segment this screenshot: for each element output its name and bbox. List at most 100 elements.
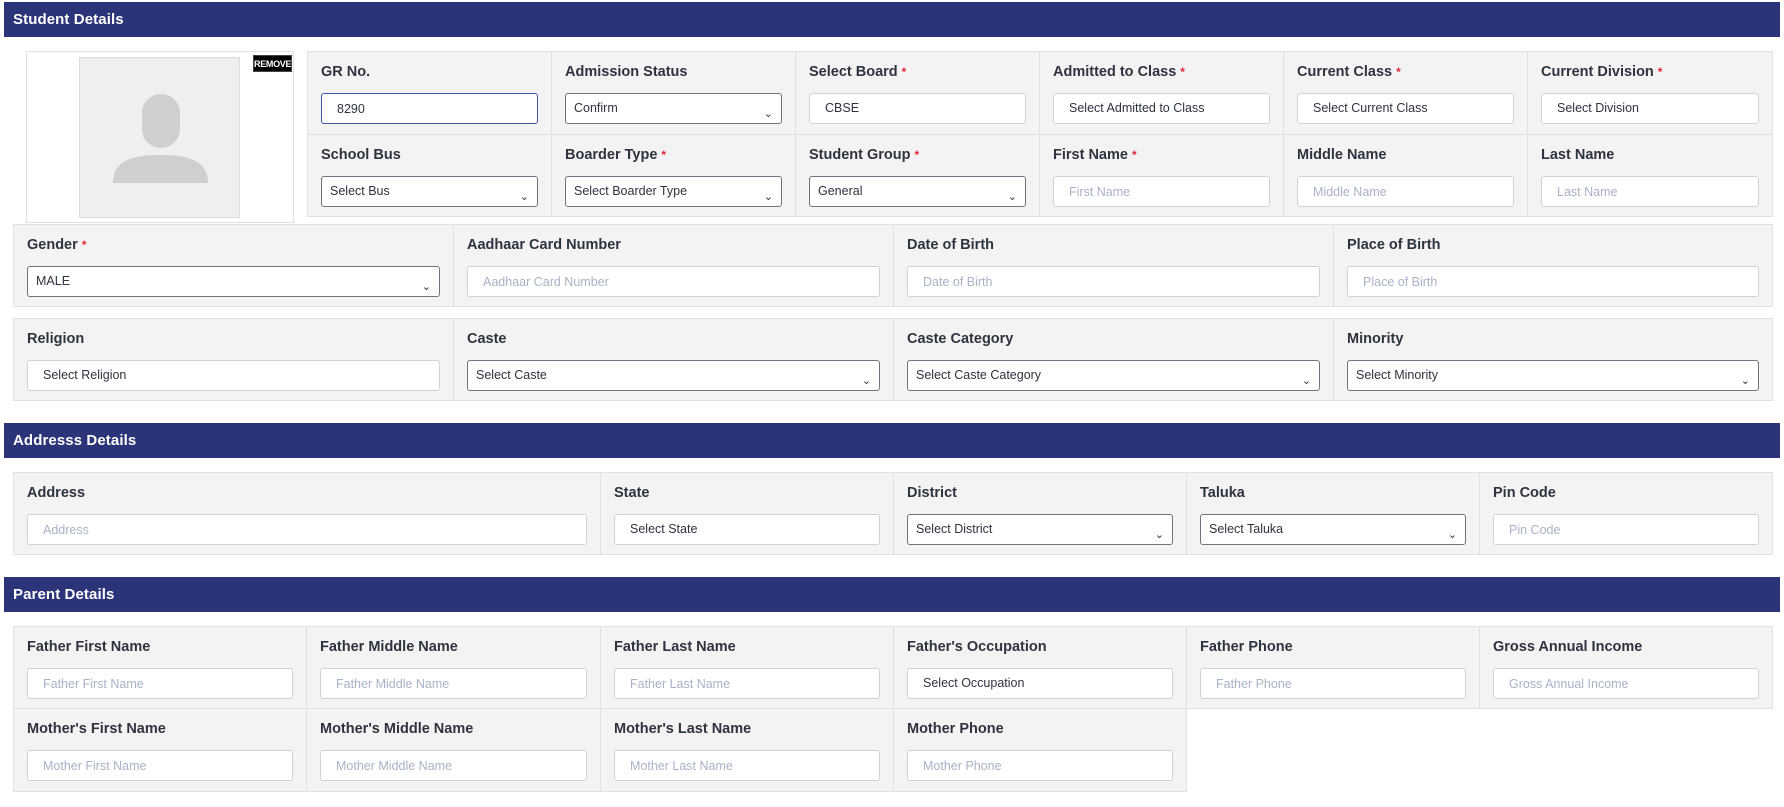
chevron-down-icon: ⌄ — [763, 191, 773, 203]
pob-input[interactable] — [1347, 266, 1759, 297]
religion-field[interactable]: Select Religion — [27, 360, 440, 391]
district-value: Select District — [916, 522, 993, 536]
chevron-down-icon: ⌄ — [421, 281, 431, 293]
remove-photo-button[interactable]: REMOVE — [253, 55, 292, 72]
admitted-to-class-label: Admitted to Class * — [1053, 64, 1185, 80]
gender-cell: Gender * MALE ⌄ — [13, 224, 454, 307]
chevron-down-icon: ⌄ — [1007, 191, 1017, 203]
father-middle-name-cell: Father Middle Name — [306, 626, 601, 709]
mother-middle-name-input[interactable] — [320, 750, 587, 781]
current-division-field[interactable]: Select Division — [1541, 93, 1759, 124]
middle-name-input[interactable] — [1297, 176, 1514, 207]
minority-label: Minority — [1347, 331, 1404, 347]
boarder-type-select[interactable]: Select Boarder Type ⌄ — [565, 176, 782, 207]
gr-no-input[interactable] — [321, 93, 538, 124]
boarder-type-value: Select Boarder Type — [574, 184, 688, 198]
mother-phone-label: Mother Phone — [907, 721, 1004, 737]
chevron-down-icon: ⌄ — [861, 375, 871, 387]
aadhaar-label: Aadhaar Card Number — [467, 237, 621, 253]
pob-label: Place of Birth — [1347, 237, 1441, 253]
caste-value: Select Caste — [476, 368, 547, 382]
admission-status-select[interactable]: Confirm ⌄ — [565, 93, 782, 124]
religion-cell: Religion Select Religion — [13, 318, 454, 401]
student-group-label: Student Group * — [809, 147, 920, 163]
caste-label: Caste — [467, 331, 507, 347]
gender-select[interactable]: MALE ⌄ — [27, 266, 440, 297]
current-class-label: Current Class * — [1297, 64, 1401, 80]
chevron-down-icon: ⌄ — [1301, 375, 1311, 387]
district-label: District — [907, 485, 957, 501]
student-group-cell: Student Group * General ⌄ — [795, 134, 1040, 217]
father-occupation-field[interactable]: Select Occupation — [907, 668, 1173, 699]
chevron-down-icon: ⌄ — [763, 108, 773, 120]
caste-select[interactable]: Select Caste ⌄ — [467, 360, 880, 391]
mother-phone-cell: Mother Phone — [893, 708, 1187, 792]
mother-last-name-cell: Mother's Last Name — [600, 708, 894, 792]
religion-label: Religion — [27, 331, 85, 347]
student-group-select[interactable]: General ⌄ — [809, 176, 1026, 207]
mother-last-name-input[interactable] — [614, 750, 880, 781]
middle-name-cell: Middle Name — [1283, 134, 1528, 217]
gross-income-cell: Gross Annual Income — [1479, 626, 1773, 709]
state-field[interactable]: Select State — [614, 514, 880, 545]
dob-input[interactable] — [907, 266, 1320, 297]
father-first-name-cell: Father First Name — [13, 626, 307, 709]
pin-code-label: Pin Code — [1493, 485, 1556, 501]
minority-select[interactable]: Select Minority ⌄ — [1347, 360, 1759, 391]
photo-placeholder[interactable] — [79, 57, 240, 218]
father-middle-name-input[interactable] — [320, 668, 587, 699]
father-occupation-label: Father's Occupation — [907, 639, 1047, 655]
pin-code-cell: Pin Code — [1479, 472, 1773, 555]
aadhaar-cell: Aadhaar Card Number — [453, 224, 894, 307]
caste-cell: Caste Select Caste ⌄ — [453, 318, 894, 401]
state-cell: State Select State — [600, 472, 894, 555]
first-name-label: First Name * — [1053, 147, 1137, 163]
father-last-name-cell: Father Last Name — [600, 626, 894, 709]
father-last-name-input[interactable] — [614, 668, 880, 699]
school-bus-select[interactable]: Select Bus ⌄ — [321, 176, 538, 207]
admitted-to-class-field[interactable]: Select Admitted to Class — [1053, 93, 1270, 124]
father-phone-label: Father Phone — [1200, 639, 1293, 655]
middle-name-label: Middle Name — [1297, 147, 1387, 163]
address-cell: Address — [13, 472, 601, 555]
gender-value: MALE — [36, 274, 71, 288]
select-board-field[interactable]: CBSE — [809, 93, 1026, 124]
chevron-down-icon: ⌄ — [1740, 375, 1750, 387]
father-phone-input[interactable] — [1200, 668, 1466, 699]
mother-first-name-label: Mother's First Name — [27, 721, 166, 737]
admission-status-cell: Admission Status Confirm ⌄ — [551, 51, 796, 135]
gr-no-cell: GR No. — [307, 51, 552, 135]
mother-first-name-cell: Mother's First Name — [13, 708, 307, 792]
dob-cell: Date of Birth — [893, 224, 1334, 307]
caste-category-cell: Caste Category Select Caste Category ⌄ — [893, 318, 1334, 401]
select-board-cell: Select Board * CBSE — [795, 51, 1040, 135]
mother-phone-input[interactable] — [907, 750, 1173, 781]
gross-income-input[interactable] — [1493, 668, 1759, 699]
father-first-name-input[interactable] — [27, 668, 293, 699]
district-select[interactable]: Select District ⌄ — [907, 514, 1173, 545]
current-division-label: Current Division * — [1541, 64, 1663, 80]
last-name-input[interactable] — [1541, 176, 1759, 207]
first-name-input[interactable] — [1053, 176, 1270, 207]
current-class-field[interactable]: Select Current Class — [1297, 93, 1514, 124]
mother-middle-name-cell: Mother's Middle Name — [306, 708, 601, 792]
admission-status-value: Confirm — [574, 101, 618, 115]
address-input[interactable] — [27, 514, 587, 545]
mother-first-name-input[interactable] — [27, 750, 293, 781]
boarder-type-label: Boarder Type * — [565, 147, 667, 163]
gender-label: Gender * — [27, 237, 87, 253]
student-details-header: Student Details — [4, 2, 1780, 37]
aadhaar-input[interactable] — [467, 266, 880, 297]
taluka-select[interactable]: Select Taluka ⌄ — [1200, 514, 1466, 545]
school-bus-cell: School Bus Select Bus ⌄ — [307, 134, 552, 217]
gr-no-label: GR No. — [321, 64, 371, 80]
pin-code-input[interactable] — [1493, 514, 1759, 545]
taluka-value: Select Taluka — [1209, 522, 1284, 536]
taluka-label: Taluka — [1200, 485, 1245, 501]
father-last-name-label: Father Last Name — [614, 639, 736, 655]
address-details-header: Addresss Details — [4, 423, 1780, 458]
dob-label: Date of Birth — [907, 237, 994, 253]
caste-category-select[interactable]: Select Caste Category ⌄ — [907, 360, 1320, 391]
photo-card: REMOVE — [26, 51, 294, 223]
address-label: Address — [27, 485, 86, 501]
